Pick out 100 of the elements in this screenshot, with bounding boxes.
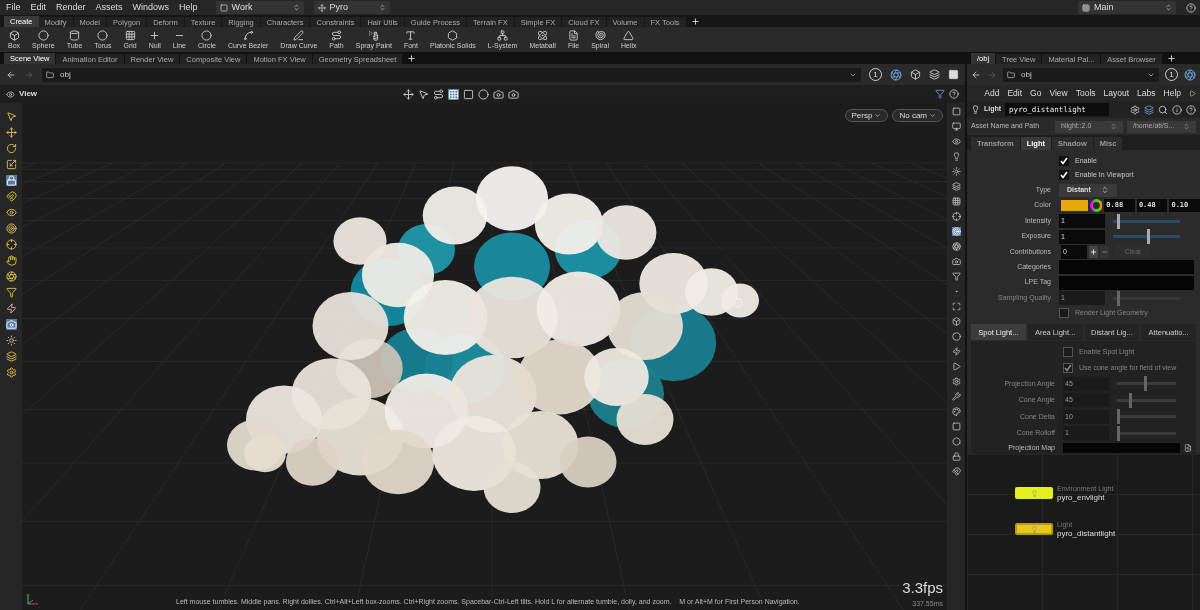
display-tool-icon[interactable]: [951, 257, 961, 266]
menu-item[interactable]: View: [1049, 86, 1068, 100]
updown-icon: [292, 4, 300, 11]
more-icon[interactable]: [1189, 89, 1196, 97]
cube-icon[interactable]: [910, 69, 921, 80]
add-tab-icon[interactable]: [1166, 54, 1176, 63]
tool-icon[interactable]: [5, 223, 17, 234]
menu-item[interactable]: Layout: [1103, 86, 1130, 100]
tool-icon[interactable]: [5, 175, 17, 186]
viewport-tool-icon[interactable]: [463, 88, 474, 100]
camera-menu[interactable]: No cam: [892, 109, 943, 122]
help-icon[interactable]: [1186, 104, 1196, 115]
tool-icon[interactable]: [5, 351, 17, 362]
menu-item[interactable]: Render: [56, 0, 86, 15]
network-node[interactable]: [1015, 523, 1053, 535]
tool-icon[interactable]: [5, 239, 17, 250]
menu-item[interactable]: Assets: [95, 0, 123, 15]
network-node[interactable]: [1015, 487, 1053, 499]
add-tab-icon[interactable]: [690, 17, 700, 26]
display-tool-icon[interactable]: [951, 122, 961, 131]
info-icon[interactable]: [1172, 104, 1182, 115]
display-tool-icon[interactable]: [951, 272, 961, 281]
display-tool-icon[interactable]: [951, 407, 961, 416]
layout-icon: [219, 3, 228, 12]
spiral-icon: [594, 29, 606, 41]
main-dropdown[interactable]: Main: [1078, 1, 1176, 14]
display-tool-icon[interactable]: [951, 377, 961, 386]
tool-icon[interactable]: [5, 159, 17, 170]
text-field[interactable]: [1059, 275, 1194, 290]
camera-menu[interactable]: Persp: [844, 109, 889, 122]
tool-icon[interactable]: [5, 287, 17, 298]
tool-icon[interactable]: [5, 255, 17, 266]
menu-item[interactable]: Help: [1163, 86, 1181, 100]
display-tool-icon[interactable]: [951, 317, 961, 326]
display-tool-icon[interactable]: [951, 212, 961, 221]
display-tool-icon[interactable]: [951, 452, 961, 461]
back-icon[interactable]: [6, 69, 16, 80]
menu-item[interactable]: File: [6, 0, 21, 15]
tool-icon[interactable]: [5, 207, 17, 218]
help-icon[interactable]: [949, 89, 959, 99]
display-tool-icon[interactable]: [951, 467, 961, 476]
desktop-dropdown[interactable]: Work: [215, 1, 304, 14]
viewport-tool-icon[interactable]: [493, 88, 504, 100]
display-tool-icon[interactable]: [951, 182, 961, 191]
menu-item[interactable]: Windows: [132, 0, 170, 15]
view-icon: [6, 89, 15, 99]
menu-item[interactable]: Add: [984, 86, 1000, 100]
menu-item[interactable]: Help: [179, 0, 198, 15]
add-tab-icon[interactable]: [407, 54, 417, 63]
text-field[interactable]: [1059, 260, 1194, 275]
color-wheel-icon[interactable]: [1089, 199, 1103, 213]
checkbox[interactable]: [1059, 155, 1069, 166]
tool-icon[interactable]: [5, 367, 17, 378]
path-field[interactable]: obj: [42, 67, 861, 82]
menu-item[interactable]: Labs: [1137, 86, 1156, 100]
menu-item[interactable]: Tools: [1075, 86, 1096, 100]
context-dropdown[interactable]: Pyro: [313, 1, 390, 14]
viewport-tool-icon[interactable]: [403, 88, 414, 100]
display-tool-icon[interactable]: [951, 167, 961, 176]
checkbox[interactable]: [1059, 170, 1069, 181]
display-tool-icon[interactable]: [951, 242, 961, 251]
globe-icon[interactable]: [890, 68, 902, 81]
updown-icon: [1101, 186, 1109, 195]
viewport-tool-icon[interactable]: [478, 88, 489, 100]
viewport-tool-icon[interactable]: [418, 88, 429, 100]
menu-item[interactable]: Edit: [30, 0, 47, 15]
updown-icon: [1183, 123, 1190, 130]
tool-icon[interactable]: [5, 191, 17, 202]
globe-icon[interactable]: [1184, 68, 1196, 81]
search-icon[interactable]: [1158, 104, 1168, 115]
filter-icon[interactable]: [935, 89, 945, 99]
menu-item[interactable]: Go: [1030, 86, 1042, 100]
file-path-field[interactable]: [1063, 443, 1180, 453]
display-tool-icon[interactable]: [951, 197, 961, 206]
path-text: obj: [60, 68, 71, 81]
slider-handle[interactable]: [1116, 213, 1120, 229]
light-bulb-icon: [1030, 489, 1038, 497]
display-tool-icon[interactable]: [951, 332, 961, 341]
tool-icon[interactable]: [5, 143, 17, 154]
viewport-tool-icon[interactable]: [508, 88, 519, 100]
layers-icon[interactable]: [929, 69, 940, 80]
slider-handle[interactable]: [1146, 229, 1150, 245]
settings-icon[interactable]: [1130, 104, 1140, 115]
help-icon[interactable]: [1186, 2, 1196, 13]
path-field[interactable]: obj: [1003, 67, 1159, 82]
file-icon[interactable]: [1184, 444, 1192, 452]
color-swatch[interactable]: [1061, 200, 1088, 212]
back-icon[interactable]: [971, 69, 981, 80]
plus-icon[interactable]: [1089, 245, 1098, 258]
tool-icon[interactable]: [5, 127, 17, 138]
tool-icon[interactable]: [5, 271, 17, 282]
viewport-tool-icon[interactable]: [433, 88, 444, 100]
tool-icon[interactable]: [5, 303, 17, 314]
square-icon[interactable]: [948, 69, 959, 80]
menu-item[interactable]: Edit: [1007, 86, 1023, 100]
tool-icon[interactable]: [5, 111, 17, 122]
layers-icon[interactable]: [1144, 104, 1154, 115]
display-tool-icon[interactable]: [951, 137, 961, 146]
cylinder-icon: [69, 29, 80, 41]
tool-icon[interactable]: [5, 335, 17, 346]
